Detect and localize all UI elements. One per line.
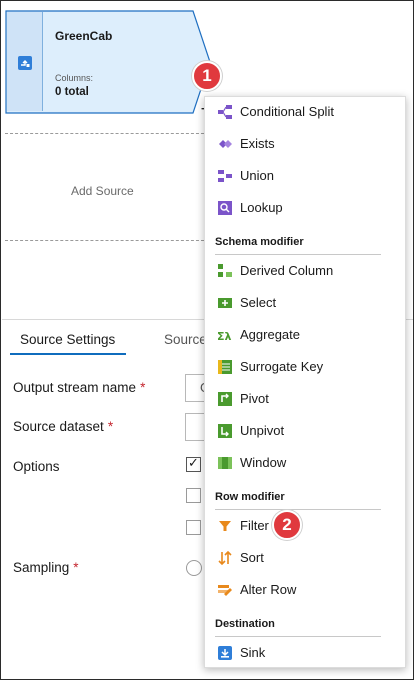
union-icon [218,170,232,182]
menu-item-label: Window [240,455,287,470]
source-node-columns-value: 0 total [55,86,89,98]
add-source-placeholder[interactable]: Add Source [5,133,209,241]
transform-menu: Conditional Split Exists Union Lookup Sc… [204,96,406,668]
menu-item-aggregate[interactable]: Σλ Aggregate [205,320,405,350]
tab-source-settings[interactable]: Source Settings [10,327,126,355]
options-checkbox-2[interactable] [186,488,201,503]
source-node-greencab[interactable]: GreenCab Columns: 0 total + [5,10,213,116]
conditional-split-icon [218,105,232,119]
sort-icon [218,550,232,566]
row-modifier-divider [215,509,381,510]
menu-item-select[interactable]: Select [205,288,405,318]
menu-item-alter-row[interactable]: Alter Row [205,575,405,605]
tab-source-options[interactable]: Source [164,332,207,347]
menu-item-label: Filter [240,518,269,533]
unpivot-icon [218,424,232,438]
window-icon [218,457,232,469]
pivot-icon [218,392,232,406]
sampling-label: Sampling * [13,560,79,575]
menu-item-label: Sort [240,550,264,565]
menu-item-filter[interactable]: Filter [205,511,405,541]
row-modifier-header: Row modifier [215,491,285,503]
select-icon [218,298,232,308]
menu-item-label: Exists [240,136,275,151]
menu-item-label: Lookup [240,200,283,215]
menu-item-sort[interactable]: Sort [205,543,405,573]
svg-text:Σλ: Σλ [217,330,232,343]
app-frame: GreenCab Columns: 0 total + Add Source S… [0,0,414,680]
source-icon [18,56,32,70]
options-label: Options [13,459,60,474]
menu-item-label: Select [240,295,277,310]
options-checkbox-3[interactable] [186,520,201,535]
alter-row-icon [218,585,232,596]
sink-icon [218,646,232,660]
source-node-title: GreenCab [55,29,113,43]
surrogate-key-icon [218,360,232,374]
destination-divider [215,636,381,637]
menu-item-surrogate-key[interactable]: Surrogate Key [205,352,405,382]
source-node-columns-label: Columns: [55,73,94,83]
source-dataset-label: Source dataset * [13,419,113,434]
tab-source-settings-label: Source Settings [20,332,116,347]
callout-badge-1: 1 [192,61,222,91]
menu-item-label: Derived Column [240,263,334,278]
derived-column-icon [218,264,232,277]
menu-item-label: Pivot [240,391,269,406]
required-asterisk: * [107,419,114,434]
schema-modifier-divider [215,254,381,255]
menu-item-unpivot[interactable]: Unpivot [205,416,405,446]
required-asterisk: * [73,560,79,575]
menu-item-label: Conditional Split [240,104,334,119]
menu-item-label: Unpivot [240,423,285,438]
required-asterisk: * [140,380,146,395]
sampling-radio[interactable] [186,560,202,576]
menu-item-label: Union [240,168,274,183]
exists-icon [219,140,232,148]
menu-item-pivot[interactable]: Pivot [205,384,405,414]
menu-item-window[interactable]: Window [205,448,405,478]
filter-icon [219,521,231,531]
menu-item-label: Alter Row [240,582,297,597]
menu-item-conditional-split[interactable]: Conditional Split [205,97,405,127]
aggregate-icon: Σλ [217,330,232,343]
lookup-icon [218,201,232,215]
menu-item-exists[interactable]: Exists [205,129,405,159]
menu-item-label: Surrogate Key [240,359,324,374]
menu-item-label: Sink [240,645,266,660]
options-checkbox-1[interactable] [186,455,201,472]
menu-item-union[interactable]: Union [205,161,405,191]
menu-item-derived-column[interactable]: Derived Column [205,256,405,286]
source-dataset-text: Source dataset [13,419,104,434]
menu-item-sink[interactable]: Sink [205,638,405,668]
output-stream-name-text: Output stream name [13,380,137,395]
add-source-label: Add Source [71,184,134,198]
schema-modifier-header: Schema modifier [215,236,304,248]
menu-item-label: Aggregate [240,327,300,342]
menu-item-lookup[interactable]: Lookup [205,193,405,223]
source-node-icon-strip [7,12,43,111]
destination-header: Destination [215,618,275,630]
sampling-text: Sampling [13,560,70,575]
callout-badge-2: 2 [272,510,302,540]
output-stream-name-label: Output stream name * [13,380,145,395]
